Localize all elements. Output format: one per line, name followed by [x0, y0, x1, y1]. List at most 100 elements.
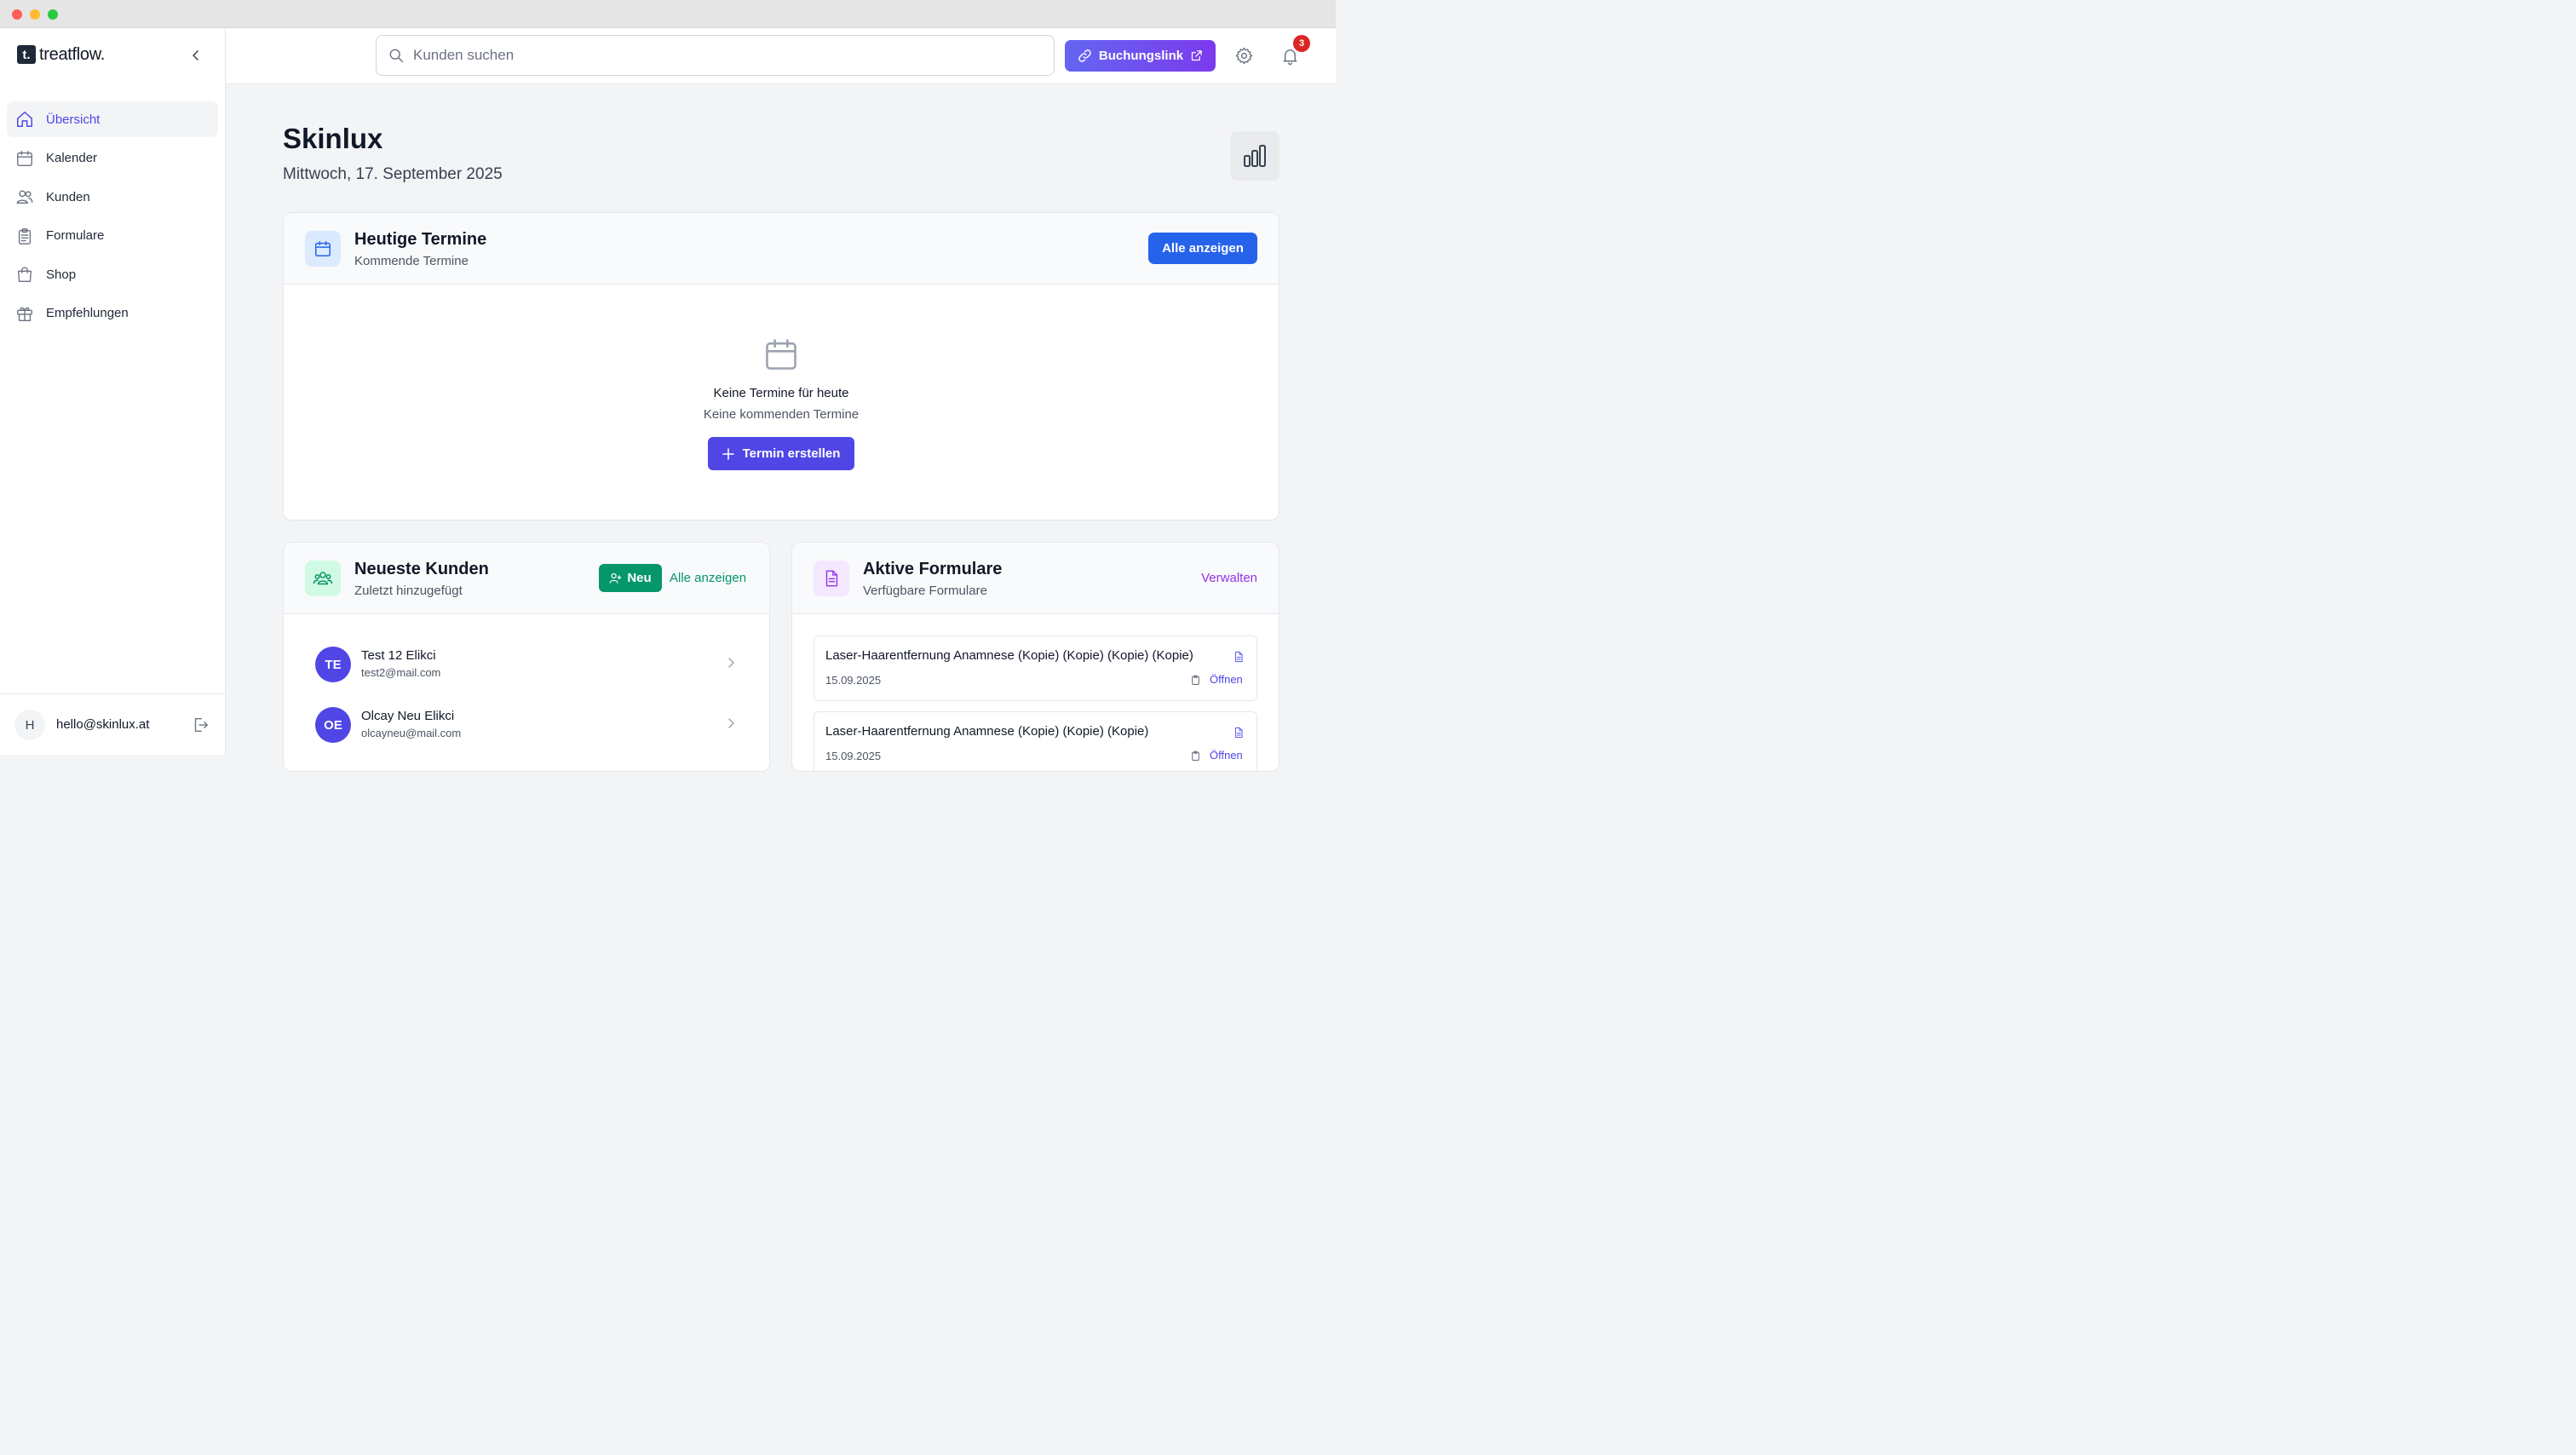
calendar-icon — [305, 231, 341, 267]
sidebar-item-shop[interactable]: Shop — [7, 256, 218, 292]
notification-count-badge: 3 — [1293, 35, 1310, 52]
booking-link-label: Buchungslink — [1098, 49, 1184, 63]
list-item[interactable]: Laser-Haarentfernung Anamnese (Kopie) (K… — [814, 635, 1257, 701]
sidebar-item-empfehlungen[interactable]: Empfehlungen — [7, 296, 218, 331]
users-group-icon — [305, 561, 341, 596]
search-box[interactable] — [376, 35, 1055, 76]
settings-button[interactable] — [1234, 46, 1254, 66]
document-icon — [1234, 651, 1243, 663]
create-appointment-button[interactable]: Termin erstellen — [708, 437, 854, 470]
form-date: 15.09.2025 — [825, 750, 882, 762]
sidebar-item-kalender[interactable]: Kalender — [7, 141, 218, 176]
clipboard-icon — [15, 227, 34, 245]
document-icon — [1234, 727, 1243, 739]
statistics-button[interactable] — [1230, 131, 1279, 181]
forms-subtitle: Verfügbare Formulare — [863, 584, 987, 598]
gift-icon — [15, 304, 34, 323]
chevron-right-icon — [728, 718, 734, 728]
chevron-right-icon — [728, 658, 734, 668]
search-input[interactable] — [413, 47, 1009, 64]
sidebar: t. treatflow. Übersicht Kalender Kunden — [0, 28, 226, 755]
avatar: TE — [315, 647, 351, 682]
window-maximize-button[interactable] — [48, 9, 58, 20]
chevron-left-icon — [193, 50, 198, 60]
document-icon — [814, 561, 849, 596]
booking-link-button[interactable]: Buchungslink — [1065, 40, 1216, 72]
form-name: Laser-Haarentfernung Anamnese (Kopie) (K… — [825, 724, 1149, 739]
sidebar-item-uebersicht[interactable]: Übersicht — [7, 101, 218, 137]
form-name: Laser-Haarentfernung Anamnese (Kopie) (K… — [825, 648, 1193, 663]
clipboard-icon — [1192, 751, 1199, 761]
logout-icon — [194, 717, 208, 733]
avatar: OE — [315, 707, 351, 743]
sidebar-item-formulare[interactable]: Formulare — [7, 218, 218, 254]
users-icon — [15, 187, 34, 206]
bar-chart-icon — [1244, 145, 1266, 167]
forms-card: Aktive Formulare Verfügbare Formulare Ve… — [791, 542, 1279, 772]
sidebar-item-label: Empfehlungen — [46, 306, 129, 321]
customer-name: Olcay Neu Elikci — [361, 709, 455, 723]
new-customer-label: Neu — [627, 571, 652, 585]
gear-icon — [1235, 47, 1253, 65]
window-minimize-button[interactable] — [30, 9, 40, 20]
clipboard-icon — [1192, 675, 1199, 685]
user-email: hello@skinlux.at — [56, 717, 150, 732]
top-bar: Buchungslink 3 — [226, 28, 1336, 84]
open-form-label: Öffnen — [1210, 673, 1243, 686]
sidebar-item-label: Kunden — [46, 189, 90, 204]
link-icon — [1078, 49, 1091, 62]
empty-state-subtitle: Keine kommenden Termine — [703, 407, 860, 422]
home-icon — [15, 110, 34, 129]
customers-card: Neueste Kunden Zuletzt hinzugefügt Neu A… — [283, 542, 770, 772]
sidebar-item-kunden[interactable]: Kunden — [7, 179, 218, 215]
page-date: Mittwoch, 17. September 2025 — [283, 165, 503, 183]
shopping-bag-icon — [15, 265, 34, 284]
customer-email: test2@mail.com — [361, 666, 441, 679]
open-form-button[interactable]: Öffnen — [1190, 673, 1243, 686]
new-customer-button[interactable]: Neu — [599, 564, 662, 592]
customers-subtitle: Zuletzt hinzugefügt — [354, 584, 463, 598]
sidebar-item-label: Shop — [46, 267, 77, 282]
plus-icon — [722, 447, 734, 460]
customers-card-header: Neueste Kunden Zuletzt hinzugefügt Neu A… — [284, 543, 769, 614]
appointments-card: Heutige Termine Kommende Termine Alle an… — [283, 212, 1279, 520]
user-plus-icon — [609, 572, 622, 584]
form-date: 15.09.2025 — [825, 674, 882, 687]
logout-button[interactable] — [191, 716, 210, 734]
external-link-icon — [1191, 50, 1202, 61]
appointments-subtitle: Kommende Termine — [354, 254, 469, 268]
appointments-card-header: Heutige Termine Kommende Termine Alle an… — [284, 213, 1279, 285]
calendar-icon — [15, 149, 34, 168]
open-form-label: Öffnen — [1210, 749, 1243, 762]
customers-title: Neueste Kunden — [354, 560, 489, 578]
sidebar-item-label: Kalender — [46, 151, 98, 166]
calendar-empty-icon — [762, 336, 800, 377]
appointments-title: Heutige Termine — [354, 230, 487, 249]
forms-title: Aktive Formulare — [863, 560, 1003, 578]
search-icon — [389, 49, 404, 63]
page-title: Skinlux — [283, 123, 383, 154]
view-all-customers-link[interactable]: Alle anzeigen — [670, 571, 746, 585]
empty-state-title: Keine Termine für heute — [713, 386, 849, 400]
view-all-appointments-button[interactable]: Alle anzeigen — [1148, 233, 1257, 264]
open-form-button[interactable]: Öffnen — [1190, 749, 1243, 762]
window-close-button[interactable] — [12, 9, 22, 20]
collapse-sidebar-button[interactable] — [187, 47, 204, 64]
list-item[interactable]: Laser-Haarentfernung Anamnese (Kopie) (K… — [814, 711, 1257, 771]
sidebar-nav: Übersicht Kalender Kunden Formulare Shop — [7, 101, 218, 335]
manage-forms-link[interactable]: Verwalten — [1201, 571, 1257, 585]
sidebar-item-label: Übersicht — [46, 112, 101, 127]
create-appointment-label: Termin erstellen — [742, 446, 841, 461]
forms-card-header: Aktive Formulare Verfügbare Formulare Ve… — [792, 543, 1279, 614]
window-titlebar — [0, 0, 1336, 28]
customer-email: olcayneu@mail.com — [361, 727, 462, 739]
customer-name: Test 12 Elikci — [361, 648, 436, 663]
sidebar-item-label: Formulare — [46, 228, 105, 244]
app-logo[interactable]: t. treatflow. — [17, 45, 105, 64]
logo-mark: t. — [17, 45, 36, 64]
sidebar-user-section: H hello@skinlux.at — [0, 693, 225, 755]
logo-text: treatflow. — [39, 44, 106, 64]
avatar[interactable]: H — [14, 710, 45, 740]
list-item[interactable]: TE Test 12 Elikci test2@mail.com — [284, 638, 769, 689]
list-item[interactable]: OE Olcay Neu Elikci olcayneu@mail.com — [284, 699, 769, 750]
